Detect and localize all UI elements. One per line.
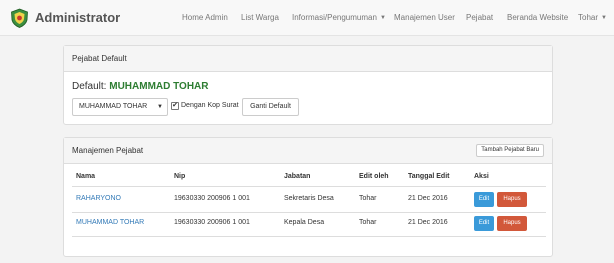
column-header-jabatan: Jabatan <box>284 173 311 180</box>
row-jabatan: Sekretaris Desa <box>284 195 334 202</box>
nav-user-menu[interactable]: Tohar ▼ <box>578 13 607 22</box>
row-nip: 19630330 200906 1 001 <box>174 195 250 202</box>
column-header-edit-oleh: Edit oleh <box>359 173 389 180</box>
default-pejabat-label: Default: MUHAMMAD TOHAR <box>72 81 209 92</box>
kop-surat-checkbox[interactable]: ✔ <box>171 102 179 110</box>
row-nip: 19630330 200906 1 001 <box>174 219 250 226</box>
pejabat-default-heading: Pejabat Default <box>64 46 552 72</box>
app-title[interactable]: Administrator <box>35 10 120 25</box>
row-edit-oleh: Tohar <box>359 195 377 202</box>
column-header-nip: Nip <box>174 173 186 180</box>
manajemen-pejabat-title: Manajemen Pejabat <box>72 146 144 155</box>
hapus-button[interactable]: Hapus <box>497 192 527 207</box>
manajemen-pejabat-panel: Manajemen Pejabat Tambah Pejabat Baru Na… <box>63 137 553 257</box>
edit-button[interactable]: Edit <box>474 192 494 207</box>
nav-user-label: Tohar <box>578 13 599 22</box>
row-nama-link[interactable]: RAHARYONO <box>76 195 121 202</box>
column-header-aksi: Aksi <box>474 173 489 180</box>
pejabat-select-value: MUHAMMAD TOHAR <box>79 103 148 110</box>
row-edit-oleh: Tohar <box>359 219 377 226</box>
navbar: Administrator Home Admin List Warga Info… <box>0 0 614 36</box>
nav-list-warga[interactable]: List Warga <box>241 13 279 22</box>
nav-informasi-pengumuman[interactable]: Informasi/Pengumuman ▼ <box>292 13 386 22</box>
column-header-nama: Nama <box>76 173 96 180</box>
chevron-down-icon: ▼ <box>601 15 607 21</box>
manajemen-pejabat-heading: Manajemen Pejabat Tambah Pejabat Baru <box>64 138 552 164</box>
chevron-down-icon: ▼ <box>157 104 163 110</box>
row-jabatan: Kepala Desa <box>284 219 325 226</box>
chevron-down-icon: ▼ <box>379 15 386 21</box>
pejabat-default-panel: Pejabat Default Default: MUHAMMAD TOHAR … <box>63 45 553 125</box>
row-tanggal-edit: 21 Dec 2016 <box>408 195 448 202</box>
edit-button[interactable]: Edit <box>474 216 494 231</box>
table-row-divider <box>72 212 546 213</box>
row-nama-link[interactable]: MUHAMMAD TOHAR <box>76 219 144 226</box>
ganti-default-button[interactable]: Ganti Default <box>242 98 299 116</box>
table-header-divider <box>72 186 546 187</box>
nav-informasi-label: Informasi/Pengumuman <box>292 13 377 22</box>
nav-pejabat[interactable]: Pejabat <box>466 13 493 22</box>
nav-home-admin[interactable]: Home Admin <box>182 13 228 22</box>
pejabat-select[interactable]: MUHAMMAD TOHAR ▼ <box>72 98 168 116</box>
tambah-pejabat-button[interactable]: Tambah Pejabat Baru <box>476 144 544 157</box>
default-prefix: Default: <box>72 81 107 92</box>
app-logo-icon[interactable] <box>10 8 29 28</box>
default-pejabat-name: MUHAMMAD TOHAR <box>109 81 209 92</box>
hapus-button[interactable]: Hapus <box>497 216 527 231</box>
nav-beranda-website[interactable]: Beranda Website <box>507 13 568 22</box>
kop-surat-label[interactable]: Dengan Kop Surat <box>181 102 239 109</box>
row-tanggal-edit: 21 Dec 2016 <box>408 219 448 226</box>
table-row-divider <box>72 236 546 237</box>
nav-manajemen-user[interactable]: Manajemen User <box>394 13 455 22</box>
column-header-tanggal-edit: Tanggal Edit <box>408 173 450 180</box>
